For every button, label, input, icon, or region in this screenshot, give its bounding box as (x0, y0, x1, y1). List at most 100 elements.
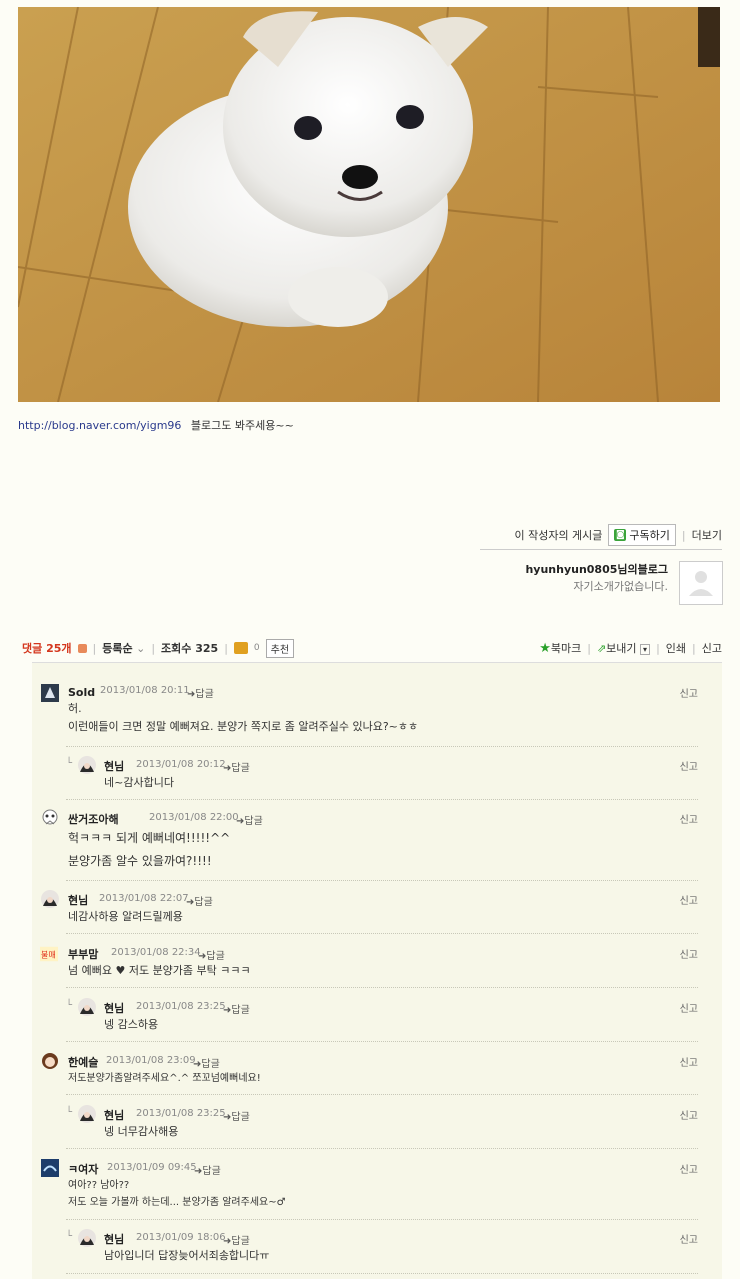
reply-button[interactable]: ➜답글 (198, 947, 225, 962)
report-button[interactable]: 신고 (680, 946, 698, 961)
report-button[interactable]: 신고 (680, 811, 698, 826)
report-button[interactable]: 신고 (680, 1107, 698, 1122)
send-button[interactable]: ⇗보내기 ▾ (596, 640, 651, 656)
reply-button[interactable]: ➜답글 (187, 685, 214, 700)
user-avatar-icon (41, 1159, 59, 1177)
blog-intro: 자기소개가없습니다. (573, 580, 668, 593)
like-count: 0 (253, 643, 260, 653)
comment-author[interactable]: 현님 (104, 1000, 124, 1016)
reply-label: 답글 (231, 763, 250, 774)
comment-count[interactable]: 댓글 25개 (22, 640, 72, 656)
reply-label: 답글 (202, 1166, 221, 1177)
reply-label: 답글 (244, 816, 263, 827)
reply-arrow-icon: └ (66, 1231, 73, 1242)
bookmark-label: 북마크 (550, 642, 582, 655)
separator: | (92, 641, 97, 655)
share-icon: ⇗ (596, 642, 607, 655)
more-link[interactable]: 더보기 (692, 527, 722, 543)
divider (66, 1219, 698, 1220)
sort-select[interactable]: 등록순 ⌄ (102, 640, 145, 656)
user-avatar-icon (78, 1105, 96, 1123)
subscribe-button[interactable]: ◙ 구독하기 (608, 524, 676, 546)
comment-body: 헉ㅋㅋㅋ 되게 예뻐네여!!!!!^^ 분양가좀 알수 있을까여?!!!! (68, 831, 231, 868)
comment-author[interactable]: 현님 (104, 758, 124, 774)
reply-label: 답글 (231, 1236, 250, 1247)
reply-label: 답글 (231, 1005, 250, 1016)
comment-author[interactable]: 부부맘 (68, 946, 98, 962)
author-links: 이 작성자의 게시글 ◙ 구독하기 | 더보기 (514, 524, 722, 546)
divider (66, 987, 698, 988)
comment-author[interactable]: 현님 (104, 1231, 124, 1247)
divider (66, 1041, 698, 1042)
default-avatar-icon (689, 571, 713, 596)
print-button[interactable]: 인쇄 (666, 640, 686, 656)
reply-button[interactable]: ➜답글 (223, 1108, 250, 1123)
report-button[interactable]: 신고 (680, 1231, 698, 1246)
divider (66, 1094, 698, 1095)
collapse-icon[interactable] (77, 643, 87, 653)
reply-arrow-icon: └ (66, 758, 73, 769)
comment-author[interactable]: 한예슬 (68, 1054, 98, 1070)
comment-date: 2013/01/09 18:06 (136, 1232, 226, 1243)
reply-button[interactable]: ➜답글 (223, 1232, 250, 1247)
comment-author[interactable]: 현님 (68, 892, 88, 908)
reply-button[interactable]: ➜답글 (223, 1001, 250, 1016)
report-button[interactable]: 신고 (680, 1054, 698, 1069)
comment-date: 2013/01/08 20:12 (136, 759, 226, 770)
reply-button[interactable]: ➜답글 (223, 759, 250, 774)
reply-button[interactable]: ➜답글 (186, 893, 213, 908)
report-button[interactable]: 신고 (680, 1161, 698, 1176)
separator: | (681, 528, 686, 542)
comment-body: 저도분양가좀알려주세요^.^ 쪼꼬넘예뻐네요! (68, 1073, 261, 1084)
divider (66, 799, 698, 800)
report-post-button[interactable]: 신고 (702, 640, 722, 656)
reply-button[interactable]: ➜답글 (194, 1162, 221, 1177)
comment-body: 넘 예뻐요 ♥ 저도 분양가좀 부탁 ㅋㅋㅋ (68, 964, 251, 977)
comment-date: 2013/01/08 23:09 (106, 1055, 196, 1066)
comment-body: 여아?? 남아?? 저도 오늘 가볼까 하는데... 분양가좀 알려주세요~♂ (68, 1180, 286, 1208)
divider (66, 746, 698, 747)
comment-author[interactable]: ㅋ여자 (68, 1161, 98, 1177)
user-avatar-icon (42, 1053, 58, 1069)
blog-link[interactable]: http://blog.naver.com/yigm96 (18, 419, 181, 432)
report-button[interactable]: 신고 (680, 1000, 698, 1015)
reply-label: 답글 (206, 951, 225, 962)
blog-name[interactable]: hyunhyun0805님의블로그 (525, 561, 668, 577)
send-label: 보내기 (606, 642, 637, 655)
user-avatar-icon: 불매 (40, 946, 58, 962)
report-button[interactable]: 신고 (680, 758, 698, 773)
comment-author[interactable]: 현님 (104, 1107, 124, 1123)
user-avatar-icon (78, 998, 96, 1016)
comment-author[interactable]: Sold (68, 686, 95, 699)
reply-button[interactable]: ➜답글 (193, 1055, 220, 1070)
separator: | (692, 641, 696, 655)
separator: | (151, 641, 156, 655)
report-button[interactable]: 신고 (680, 685, 698, 700)
divider (480, 549, 722, 550)
bookmark-button[interactable]: ★북마크 (539, 640, 581, 656)
comment-date: 2013/01/08 23:25 (136, 1108, 226, 1119)
reply-arrow-icon: └ (66, 1107, 73, 1118)
profile-image[interactable] (679, 561, 723, 605)
separator: | (587, 641, 591, 655)
author-posts-link[interactable]: 이 작성자의 게시글 (514, 527, 602, 543)
comment-author[interactable]: 싼거조아해 (68, 811, 119, 827)
star-icon: ★ (539, 641, 551, 656)
puppy-photo (18, 7, 720, 402)
svg-text:불매: 불매 (41, 950, 56, 960)
comment-date: 2013/01/09 09:45 (107, 1162, 197, 1173)
comment-body: 네감사하용 알려드릴께용 (68, 910, 183, 923)
user-avatar-icon (42, 809, 58, 825)
post-photo (18, 7, 720, 402)
comment-date: 2013/01/08 22:34 (111, 947, 201, 958)
comment-body: 넹 너무감사해용 (104, 1125, 179, 1138)
recommend-button[interactable]: 추천 (265, 638, 295, 658)
report-button[interactable]: 신고 (680, 892, 698, 907)
post-caption: http://blog.naver.com/yigm96 블로그도 봐주세용~~ (18, 417, 294, 433)
reply-button[interactable]: ➜답글 (236, 812, 263, 827)
send-dropdown-icon[interactable]: ▾ (640, 644, 651, 655)
subscribe-label: 구독하기 (629, 529, 670, 542)
user-avatar-icon (41, 684, 59, 702)
comment-body: 남아입니더 답장늦어서죄송합니다ㅠ (104, 1249, 270, 1262)
comment-body: 네~감사합니다 (104, 776, 174, 789)
